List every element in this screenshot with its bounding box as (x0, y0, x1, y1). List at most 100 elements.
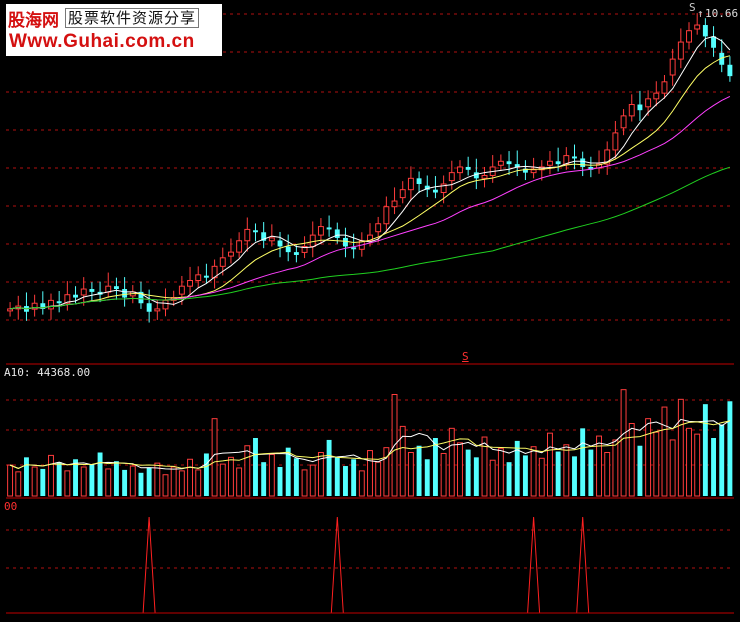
volume-bar (375, 461, 382, 497)
candle-body (677, 41, 684, 60)
candle-body (113, 286, 119, 290)
volume-bar (170, 466, 177, 497)
volume-ma-label: A10: 44368.00 (4, 366, 91, 379)
price-s-marker: S (689, 1, 696, 14)
volume-bar (268, 453, 275, 497)
volume-bar (432, 438, 438, 496)
volume-bar (326, 439, 332, 496)
volume-bar (162, 474, 169, 497)
volume-bar (669, 439, 676, 497)
volume-bar (80, 466, 87, 497)
candle-body (457, 166, 463, 174)
volume-bar (620, 389, 627, 497)
volume-bar (572, 456, 577, 496)
volume-bar (293, 458, 299, 496)
volume-bar (56, 462, 62, 496)
volume-bar (702, 404, 708, 496)
candle-body (195, 274, 202, 282)
indicator-label: 00 (4, 500, 18, 513)
volume-bar (334, 457, 340, 496)
candle-body (580, 158, 586, 167)
volume-bar (343, 466, 348, 496)
volume-bar (301, 469, 308, 497)
volume-bar (628, 423, 635, 497)
volume-bar (187, 458, 193, 497)
volume-bar (211, 418, 218, 497)
candle-body (253, 230, 258, 233)
candle-body (351, 247, 357, 250)
candle-body (727, 64, 733, 77)
candle-body (481, 174, 488, 179)
candle-body (154, 308, 161, 312)
candle-body (317, 226, 324, 236)
volume-bar (547, 432, 553, 497)
candle-body (628, 104, 635, 117)
volume-bar (48, 454, 54, 497)
volume-bar (195, 469, 202, 497)
volume-bar (129, 465, 136, 497)
volume-bar (653, 431, 660, 497)
volume-bar (424, 459, 430, 496)
candle-body (187, 280, 193, 287)
volume-bar (514, 440, 520, 496)
volume-bar (244, 445, 251, 497)
candle-body (219, 257, 226, 267)
chart-background (0, 0, 740, 622)
candle-body (178, 285, 185, 295)
candle-body (56, 301, 62, 304)
candle-body (399, 189, 406, 199)
volume-bar (637, 445, 643, 496)
volume-bar (727, 401, 733, 496)
candle-body (162, 299, 169, 310)
volume-bar (358, 470, 365, 497)
volume-bar (522, 455, 528, 496)
candle-body (506, 161, 512, 165)
candle-body (669, 58, 676, 76)
volume-bar (64, 470, 71, 497)
volume-bar (146, 467, 152, 496)
candle-body (277, 240, 283, 247)
candle-body (146, 303, 152, 312)
volume-bar (448, 427, 455, 497)
candle-body (285, 246, 291, 253)
candle-body (326, 227, 332, 230)
volume-bar (277, 467, 283, 496)
candle-body (547, 160, 553, 166)
candle-body (530, 169, 537, 174)
candle-body (80, 288, 87, 296)
volume-bar (588, 449, 594, 496)
volume-bar (31, 466, 38, 497)
stock-chart[interactable] (0, 0, 740, 622)
watermark-brand: 股海网 (8, 10, 59, 31)
candle-body (572, 156, 577, 159)
candle-body (236, 240, 243, 253)
candle-body (645, 98, 652, 108)
candle-body (702, 25, 708, 37)
volume-bar (440, 452, 447, 497)
volume-bar (489, 459, 496, 497)
volume-bar (497, 448, 504, 497)
candle-body (383, 206, 390, 225)
candle-body (416, 178, 422, 184)
candle-body (686, 30, 692, 43)
candle-body (637, 104, 643, 111)
volume-bar (563, 444, 570, 497)
volume-bar (530, 446, 537, 497)
candle-body (73, 294, 78, 298)
volume-bar (122, 469, 128, 496)
candle-body (309, 234, 316, 247)
mid-signal-marker: S (462, 350, 469, 363)
volume-bar (506, 462, 512, 496)
volume-bar (351, 459, 357, 496)
candle-body (497, 160, 504, 166)
volume-bar (645, 418, 652, 497)
volume-bar (661, 406, 668, 497)
candle-body (244, 228, 251, 242)
volume-bar (580, 428, 586, 496)
volume-bar (596, 435, 602, 497)
volume-bar (89, 464, 95, 496)
candle-body (7, 308, 14, 312)
volume-bar (227, 456, 234, 497)
volume-bar (604, 452, 611, 497)
watermark-url: Www.Guhai.com.cn (9, 31, 195, 52)
